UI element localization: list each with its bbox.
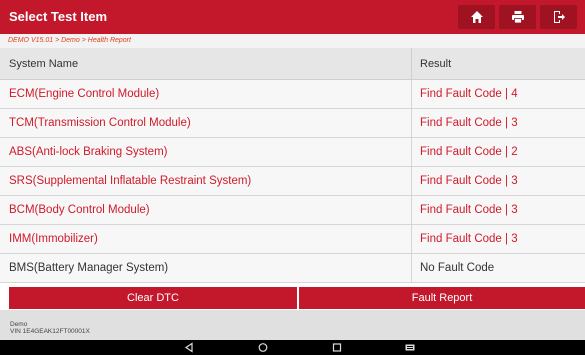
table-row[interactable]: TCM(Transmission Control Module) Find Fa… <box>0 109 585 138</box>
column-divider <box>411 48 412 80</box>
result-value: Find Fault Code | 2 <box>420 146 518 158</box>
result-value: Find Fault Code | 3 <box>420 233 518 245</box>
vin-number: VIN 1E4GEAK12FT00001X <box>10 328 90 335</box>
title-bar: Select Test Item <box>0 0 585 34</box>
vehicle-info-footer: Demo VIN 1E4GEAK12FT00001X <box>0 310 585 340</box>
back-icon[interactable] <box>183 342 195 353</box>
result-value: Find Fault Code | 3 <box>420 117 518 129</box>
table-row[interactable]: SRS(Supplemental Inflatable Restraint Sy… <box>0 167 585 196</box>
table-header: System Name Result <box>0 48 585 80</box>
home-button[interactable] <box>458 5 495 29</box>
results-table: ECM(Engine Control Module) Find Fault Co… <box>0 80 585 285</box>
column-divider <box>411 80 412 109</box>
page-title: Select Test Item <box>9 9 108 24</box>
table-row[interactable]: ECM(Engine Control Module) Find Fault Co… <box>0 80 585 109</box>
result-value: No Fault Code <box>420 262 495 274</box>
column-divider <box>411 167 412 196</box>
fault-report-button[interactable]: Fault Report <box>299 287 585 309</box>
vehicle-model: Demo <box>10 321 28 328</box>
column-divider <box>411 138 412 167</box>
action-bar: Clear DTC Fault Report <box>0 285 585 310</box>
home-icon <box>470 11 483 23</box>
breadcrumb: DEMO V15.01 > Demo > Health Report <box>0 34 585 48</box>
system-name: BCM(Body Control Module) <box>9 204 150 216</box>
keyboard-icon[interactable] <box>404 342 416 353</box>
result-value: Find Fault Code | 4 <box>420 88 518 100</box>
printer-icon <box>511 11 524 24</box>
system-name: TCM(Transmission Control Module) <box>9 117 191 129</box>
table-row[interactable]: BMS(Battery Manager System) No Fault Cod… <box>0 254 585 283</box>
column-header-system-name: System Name <box>9 58 79 70</box>
system-name: SRS(Supplemental Inflatable Restraint Sy… <box>9 175 252 187</box>
column-divider <box>411 225 412 254</box>
result-value: Find Fault Code | 3 <box>420 204 518 216</box>
system-name: BMS(Battery Manager System) <box>9 262 169 274</box>
exit-button[interactable] <box>540 5 577 29</box>
system-name: ECM(Engine Control Module) <box>9 88 160 100</box>
exit-icon <box>553 11 565 23</box>
print-button[interactable] <box>499 5 536 29</box>
android-nav-bar <box>0 340 585 355</box>
column-divider <box>411 254 412 283</box>
column-divider <box>411 196 412 225</box>
result-value: Find Fault Code | 3 <box>420 175 518 187</box>
home-circle-icon[interactable] <box>257 342 269 353</box>
column-header-result: Result <box>420 58 452 70</box>
clear-dtc-button[interactable]: Clear DTC <box>9 287 297 309</box>
table-row[interactable]: BCM(Body Control Module) Find Fault Code… <box>0 196 585 225</box>
column-divider <box>411 109 412 138</box>
system-name: ABS(Anti-lock Braking System) <box>9 146 168 158</box>
recents-icon[interactable] <box>331 342 343 353</box>
table-row[interactable]: ABS(Anti-lock Braking System) Find Fault… <box>0 138 585 167</box>
table-row[interactable]: IMM(Immobilizer) Find Fault Code | 3 <box>0 225 585 254</box>
system-name: IMM(Immobilizer) <box>9 233 98 245</box>
